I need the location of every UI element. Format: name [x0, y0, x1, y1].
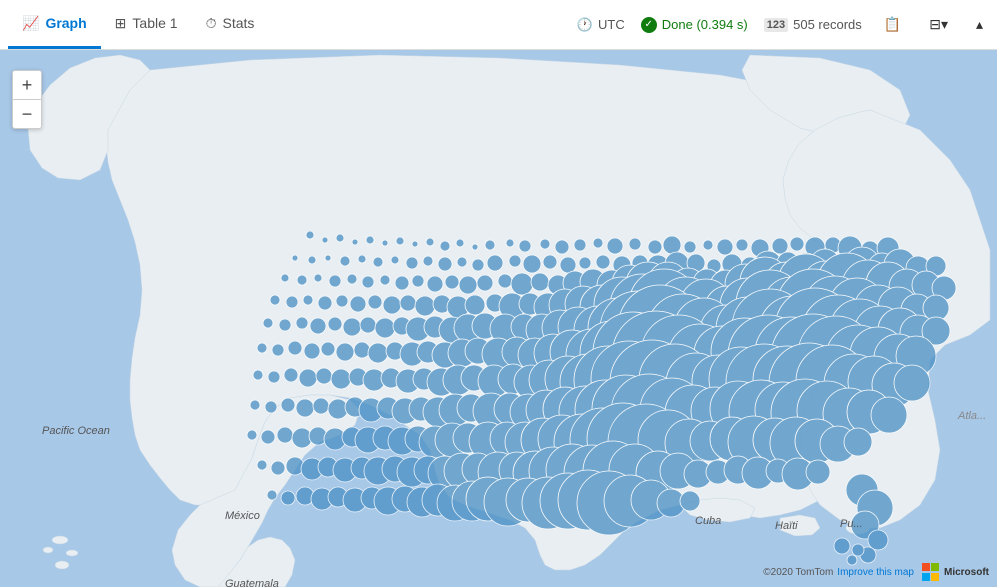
status-item: ✓ Done (0.394 s): [641, 17, 748, 33]
tab-graph[interactable]: 📈 Graph: [8, 0, 101, 49]
microsoft-logo: [922, 563, 940, 581]
chevron-down-icon: ▾: [941, 16, 948, 33]
map-background: [0, 50, 997, 587]
tab-graph-label: Graph: [45, 15, 86, 31]
map-attribution: ©2020 TomTom Improve this map Microsoft: [763, 563, 989, 581]
map-container[interactable]: + − Pacific Ocean México Cuba Haïti Pu..…: [0, 50, 997, 587]
stats-icon: ⏱: [206, 15, 217, 32]
view-toggle-button[interactable]: ⊟ ▾: [923, 12, 954, 37]
done-check-icon: ✓: [641, 17, 657, 33]
records-label: 505 records: [793, 17, 862, 32]
tab-table1[interactable]: ⊞ Table 1: [101, 0, 192, 49]
records-icon: 123: [764, 18, 788, 32]
grid-icon: ⊟: [929, 16, 941, 33]
copy-button[interactable]: 📋: [878, 12, 907, 37]
zoom-out-button[interactable]: −: [13, 100, 41, 128]
clock-icon: 🕐: [577, 17, 593, 33]
tab-table1-label: Table 1: [132, 15, 177, 31]
collapse-button[interactable]: ▴: [970, 12, 989, 37]
zoom-controls: + −: [12, 70, 42, 129]
improve-map-link[interactable]: Improve this map: [837, 567, 914, 578]
timezone-item: 🕐 UTC: [577, 17, 625, 33]
status-label: Done (0.394 s): [662, 17, 748, 32]
chevron-up-icon: ▴: [976, 16, 983, 33]
attribution-text: ©2020 TomTom: [763, 567, 833, 578]
records-item: 123 505 records: [764, 17, 862, 32]
header-bar: 📈 Graph ⊞ Table 1 ⏱ Stats 🕐 UTC ✓ Done (…: [0, 0, 997, 50]
tab-stats-label: Stats: [222, 15, 254, 31]
tab-stats[interactable]: ⏱ Stats: [192, 0, 269, 49]
zoom-in-button[interactable]: +: [13, 71, 41, 99]
header-right: 🕐 UTC ✓ Done (0.394 s) 123 505 records 📋…: [577, 12, 989, 37]
microsoft-text: Microsoft: [944, 567, 989, 578]
timezone-label: UTC: [598, 17, 625, 32]
table-icon: ⊞: [115, 15, 127, 32]
graph-icon: 📈: [22, 15, 39, 32]
